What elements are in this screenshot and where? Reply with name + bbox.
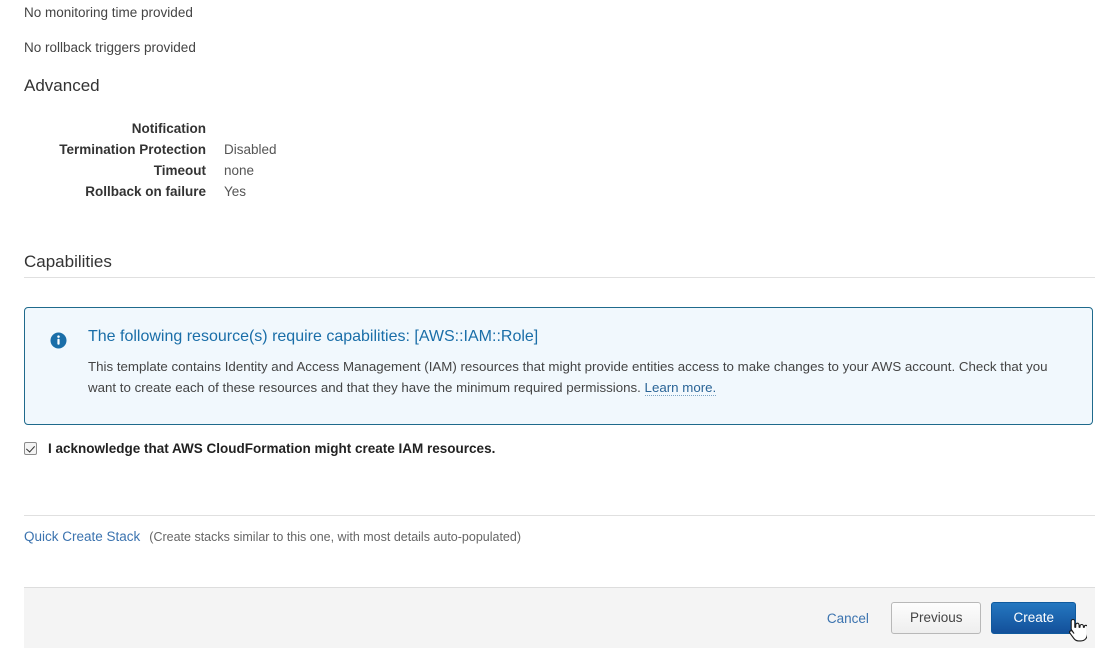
callout-body: The following resource(s) require capabi… bbox=[88, 326, 1072, 398]
learn-more-link[interactable]: Learn more. bbox=[644, 380, 717, 396]
quick-create-row: Quick Create Stack (Create stacks simila… bbox=[24, 529, 521, 544]
info-circle-icon bbox=[50, 332, 67, 349]
detail-label-termination-protection: Termination Protection bbox=[59, 142, 206, 157]
detail-value-termination-protection: Disabled bbox=[224, 142, 277, 157]
detail-label-rollback-on-failure: Rollback on failure bbox=[85, 184, 206, 199]
footer-bar: Cancel Previous Create bbox=[24, 587, 1095, 648]
detail-label-notification: Notification bbox=[131, 121, 206, 136]
callout-text: This template contains Identity and Acce… bbox=[88, 356, 1056, 398]
create-button[interactable]: Create bbox=[991, 602, 1076, 634]
quick-create-stack-link[interactable]: Quick Create Stack bbox=[24, 529, 140, 544]
acknowledge-label[interactable]: I acknowledge that AWS CloudFormation mi… bbox=[48, 441, 495, 456]
advanced-details-table: Notification Termination Protection Disa… bbox=[0, 118, 520, 202]
detail-value-notification bbox=[206, 118, 520, 139]
table-row: Timeout none bbox=[0, 160, 520, 181]
previous-button[interactable]: Previous bbox=[890, 602, 982, 634]
quick-create-note: (Create stacks similar to this one, with… bbox=[149, 530, 521, 544]
callout-heading: The following resource(s) require capabi… bbox=[88, 328, 539, 345]
advanced-section-title: Advanced bbox=[24, 76, 100, 95]
rollback-triggers-note: No rollback triggers provided bbox=[24, 40, 196, 55]
acknowledge-checkbox[interactable] bbox=[24, 442, 37, 455]
table-row: Termination Protection Disabled bbox=[0, 139, 520, 160]
iam-capabilities-callout: The following resource(s) require capabi… bbox=[24, 307, 1093, 425]
callout-text-main: This template contains Identity and Acce… bbox=[88, 359, 1048, 395]
capabilities-divider bbox=[24, 277, 1095, 278]
cancel-button[interactable]: Cancel bbox=[827, 611, 869, 626]
acknowledge-row[interactable]: I acknowledge that AWS CloudFormation mi… bbox=[24, 441, 495, 456]
detail-value-timeout: none bbox=[224, 163, 255, 178]
quick-create-divider bbox=[24, 515, 1095, 516]
monitoring-time-note: No monitoring time provided bbox=[24, 5, 193, 20]
footer-actions: Cancel Previous Create bbox=[827, 602, 1076, 634]
capabilities-section-title: Capabilities bbox=[24, 252, 112, 271]
detail-label-timeout: Timeout bbox=[153, 163, 206, 178]
table-row: Rollback on failure Yes bbox=[0, 181, 520, 202]
detail-value-rollback-on-failure: Yes bbox=[224, 184, 247, 199]
table-row: Notification bbox=[0, 118, 520, 139]
review-stack-page: No monitoring time provided No rollback … bbox=[0, 0, 1119, 648]
